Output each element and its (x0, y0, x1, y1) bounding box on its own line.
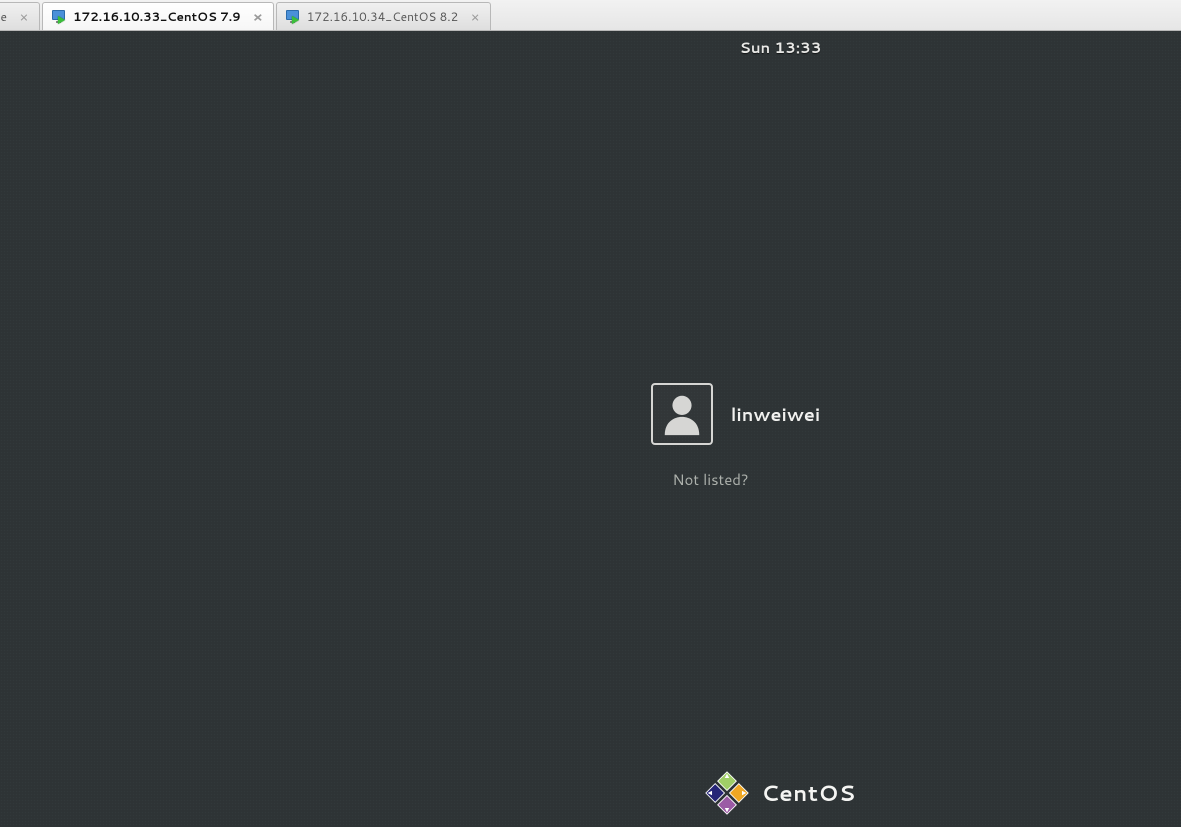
centos-logo-icon (705, 771, 749, 815)
distro-branding: CentOS (0, 771, 1181, 815)
running-vm-icon (51, 9, 67, 25)
tab-label-fragment: e (1, 8, 7, 25)
vm-tab-bar: e × 172.16.10.33_CentOS 7.9 × 172.16.10.… (0, 0, 1181, 31)
not-listed-link[interactable]: Not listed? (672, 469, 748, 490)
close-icon[interactable]: × (468, 10, 482, 24)
guest-desktop: Sun 13:33 linweiwei Not listed? (0, 31, 1181, 827)
username-label: linweiwei (731, 401, 821, 427)
user-entry-linweiwei[interactable]: linweiwei (643, 379, 829, 449)
distro-name: CentOS (761, 778, 856, 809)
tab-label: 172.16.10.34_CentOS 8.2 (307, 8, 458, 25)
avatar (651, 383, 713, 445)
close-icon[interactable]: × (17, 10, 31, 24)
vm-tab-centos-8-2[interactable]: 172.16.10.34_CentOS 8.2 × (276, 2, 491, 30)
close-icon[interactable]: × (251, 10, 265, 24)
not-listed-label: Not listed? (672, 469, 748, 490)
person-icon (659, 391, 705, 437)
vm-tab-centos-7-9[interactable]: 172.16.10.33_CentOS 7.9 × (42, 2, 274, 30)
tab-label: 172.16.10.33_CentOS 7.9 (73, 8, 241, 25)
gdm-login-area: linweiwei Not listed? (0, 31, 1181, 827)
running-vm-icon (285, 9, 301, 25)
vm-tab-partial[interactable]: e × (0, 2, 40, 30)
